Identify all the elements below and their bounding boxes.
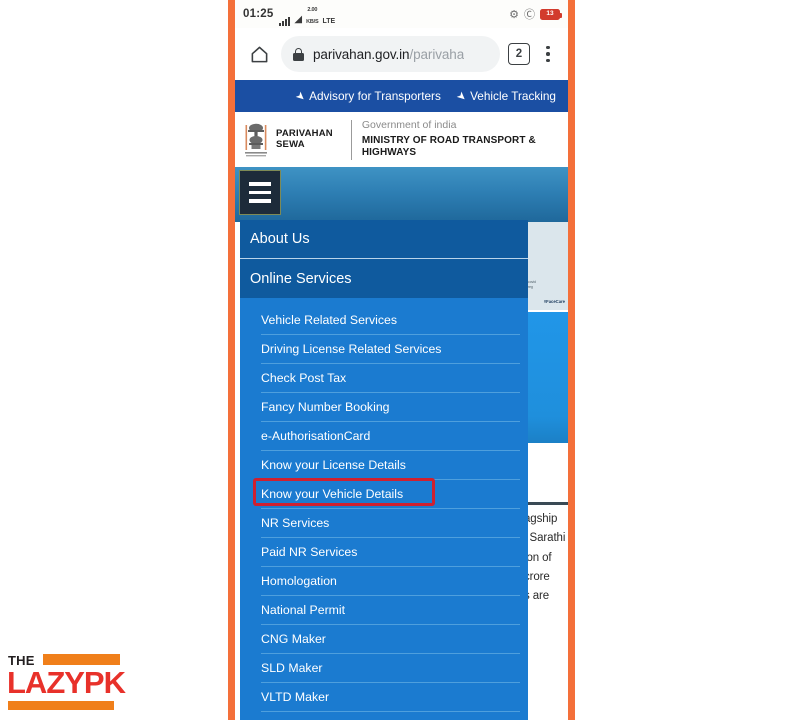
header-divider bbox=[351, 119, 352, 160]
status-bar: 01:25 ◢ 2.00 KB/S LTE ⚙ Ⓒ 13 bbox=[235, 0, 568, 28]
submenu-item-driving-license-related-services[interactable]: Driving License Related Services bbox=[261, 335, 520, 364]
menu-item-about-us-label: About Us bbox=[250, 231, 310, 247]
submenu-label: CNG Maker bbox=[261, 632, 326, 646]
wifi-icon: ◢ bbox=[294, 14, 303, 25]
battery-level: 13 bbox=[546, 9, 554, 17]
battery-icon: 13 bbox=[540, 8, 562, 20]
ashoka-emblem-icon bbox=[243, 121, 269, 159]
article-line: agship bbox=[524, 513, 558, 525]
submenu-item-sld-maker[interactable]: SLD Maker bbox=[261, 654, 520, 683]
brand-block[interactable]: PARIVAHAN SEWA bbox=[243, 121, 351, 159]
submenu-item-national-permit[interactable]: National Permit bbox=[261, 596, 520, 625]
submenu-item-check-post-tax[interactable]: Check Post Tax bbox=[261, 364, 520, 393]
three-dot-menu-icon[interactable] bbox=[538, 45, 558, 63]
submenu-label: Vehicle Related Services bbox=[261, 313, 398, 327]
article-line: s are bbox=[524, 590, 550, 603]
hero-card-caption: covid reg bbox=[528, 279, 536, 289]
sync-icon: ⚙ bbox=[509, 8, 519, 21]
network-speed-unit: KB/S bbox=[306, 19, 319, 25]
tab-switcher-button[interactable]: 2 bbox=[508, 43, 530, 65]
tab-count-label: 2 bbox=[515, 48, 523, 60]
topbar-link-advisory[interactable]: ➤ Advisory for Transporters bbox=[292, 88, 441, 104]
status-bar-left-icons: ◢ 2.00 KB/S LTE bbox=[279, 2, 335, 26]
article-line: ion of bbox=[524, 551, 552, 564]
phone-frame: 01:25 ◢ 2.00 KB/S LTE ⚙ Ⓒ 13 parivahan.g… bbox=[228, 0, 575, 720]
site-header: PARIVAHAN SEWA Government of india MINIS… bbox=[235, 112, 568, 167]
hero-blue-panel bbox=[524, 312, 568, 443]
paper-plane-icon: ➤ bbox=[292, 88, 308, 104]
submenu-label: National Permit bbox=[261, 603, 346, 617]
submenu-item-nr-services[interactable]: NR Services bbox=[261, 509, 520, 538]
submenu-label: Know your License Details bbox=[261, 458, 406, 472]
article-paragraph: agship l Sarathi ion of crore s are bbox=[524, 510, 568, 607]
submenu-label: e-AuthorisationCard bbox=[261, 429, 371, 443]
paper-plane-icon: ➤ bbox=[453, 88, 469, 104]
submenu-label: NR Services bbox=[261, 516, 330, 530]
phone-screen: 01:25 ◢ 2.00 KB/S LTE ⚙ Ⓒ 13 parivahan.g… bbox=[235, 0, 568, 720]
watermark-name-text: LAZYPK bbox=[7, 665, 126, 700]
menu-item-online-services-label: Online Services bbox=[250, 270, 352, 287]
browser-toolbar: parivahan.gov.in/parivaha 2 bbox=[235, 28, 568, 80]
submenu-label: SLD Maker bbox=[261, 661, 323, 675]
site-topbar: ➤ Advisory for Transporters ➤ Vehicle Tr… bbox=[235, 80, 568, 112]
site-nav-banner bbox=[235, 167, 568, 222]
submenu-label: VLTD Maker bbox=[261, 690, 330, 704]
menu-item-about-us[interactable]: About Us bbox=[240, 220, 528, 259]
watermark-logo: THE LAZYPK bbox=[6, 652, 126, 714]
government-label: Government of india bbox=[361, 119, 457, 132]
screenshot-root: 01:25 ◢ 2.00 KB/S LTE ⚙ Ⓒ 13 parivahan.g… bbox=[0, 0, 805, 720]
hamburger-menu-icon[interactable] bbox=[239, 170, 281, 215]
ministry-block: Government of india MINISTRY OF ROAD TRA… bbox=[362, 119, 560, 159]
online-services-submenu: Vehicle Related Services Driving License… bbox=[240, 298, 528, 712]
submenu-item-fancy-number-booking[interactable]: Fancy Number Booking bbox=[261, 393, 520, 422]
content-spacer bbox=[524, 443, 568, 502]
submenu-label: Fancy Number Booking bbox=[261, 400, 390, 414]
submenu-item-vltd-maker[interactable]: VLTD Maker bbox=[261, 683, 520, 712]
submenu-item-cng-maker[interactable]: CNG Maker bbox=[261, 625, 520, 654]
watermark-top-row: THE bbox=[6, 652, 122, 668]
submenu-label: Paid NR Services bbox=[261, 545, 358, 559]
ministry-label: MINISTRY OF ROAD TRANSPORT & HIGHWAYS bbox=[361, 134, 536, 159]
topbar-link-advisory-label: Advisory for Transporters bbox=[309, 89, 441, 103]
submenu-item-know-your-license-details[interactable]: Know your License Details bbox=[261, 451, 520, 480]
brand-text: PARIVAHAN SEWA bbox=[276, 127, 333, 151]
watermark-top-bar bbox=[43, 654, 120, 665]
submenu-label: Driving License Related Services bbox=[261, 342, 442, 356]
url-domain: parivahan.gov.in bbox=[313, 46, 410, 62]
brand-line-2: SEWA bbox=[276, 138, 305, 150]
topbar-link-vehicle-tracking[interactable]: ➤ Vehicle Tracking bbox=[453, 88, 556, 104]
brand-line-1: PARIVAHAN bbox=[276, 127, 333, 139]
home-icon[interactable] bbox=[245, 40, 273, 68]
hero-promo-card: covid reg #FaceCare bbox=[524, 222, 568, 310]
hero-card-tag: #FaceCare bbox=[543, 299, 565, 304]
submenu-item-e-authorisation-card[interactable]: e-AuthorisationCard bbox=[261, 422, 520, 451]
network-speed-indicator: 2.00 KB/S bbox=[306, 2, 319, 26]
topbar-link-vehicle-tracking-label: Vehicle Tracking bbox=[470, 89, 556, 103]
signal-bars-icon bbox=[279, 17, 291, 26]
article-line: l Sarathi bbox=[524, 532, 566, 545]
submenu-label: Know your Vehicle Details bbox=[261, 487, 404, 501]
url-path: /parivaha bbox=[409, 46, 465, 62]
submenu-item-vehicle-related-services[interactable]: Vehicle Related Services bbox=[261, 306, 520, 335]
submenu-label: Check Post Tax bbox=[261, 371, 347, 385]
watermark-the-text: THE bbox=[8, 653, 35, 668]
status-bar-right-icons: ⚙ Ⓒ 13 bbox=[509, 6, 562, 22]
lte-icon: LTE bbox=[322, 18, 336, 25]
submenu-item-know-your-vehicle-details[interactable]: Know your Vehicle Details bbox=[261, 480, 520, 509]
menu-item-online-services[interactable]: Online Services bbox=[240, 259, 528, 298]
submenu-item-paid-nr-services[interactable]: Paid NR Services bbox=[261, 538, 520, 567]
shield-icon: Ⓒ bbox=[524, 9, 535, 21]
lock-icon bbox=[293, 47, 304, 61]
submenu-label: Homologation bbox=[261, 574, 337, 588]
submenu-item-homologation[interactable]: Homologation bbox=[261, 567, 520, 596]
network-speed-value: 2.00 bbox=[307, 7, 318, 13]
watermark-bottom-bar bbox=[8, 701, 114, 710]
address-bar[interactable]: parivahan.gov.in/parivaha bbox=[281, 36, 500, 72]
section-divider bbox=[524, 502, 568, 505]
status-bar-clock: 01:25 bbox=[243, 8, 274, 20]
navigation-menu-panel: About Us Online Services Vehicle Related… bbox=[240, 220, 528, 720]
article-line: crore bbox=[524, 570, 550, 583]
url-text: parivahan.gov.in/parivaha bbox=[313, 47, 464, 62]
